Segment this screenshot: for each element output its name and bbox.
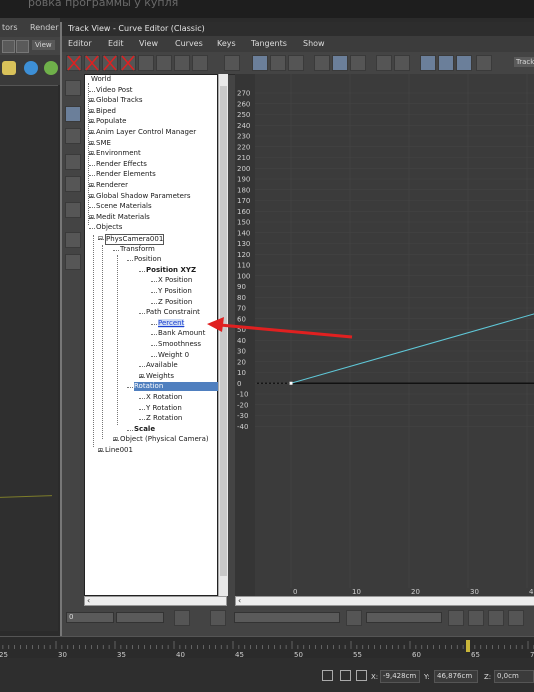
time-slider-marker[interactable]	[466, 640, 470, 652]
annotation-arrow	[219, 323, 353, 339]
z-coord-label: Z:	[484, 673, 492, 681]
timeline-ruler[interactable]: 25303540455055606570	[0, 636, 534, 659]
selection-lock-icon[interactable]	[322, 670, 333, 681]
status-bar: X: -9,428cm Y: 46,876cm Z: 0,0cm	[0, 658, 534, 692]
coords-mode-icon[interactable]	[356, 670, 367, 681]
timeline-ruler-svg: 25303540455055606570	[0, 640, 534, 659]
y-coord-field[interactable]: 46,876cm	[434, 670, 478, 683]
annotation-arrow-head	[207, 317, 224, 332]
isolate-icon[interactable]	[340, 670, 351, 681]
y-coord-label: Y:	[424, 673, 430, 681]
x-coord-field[interactable]: -9,428cm	[380, 670, 420, 683]
z-coord-field[interactable]: 0,0cm	[494, 670, 534, 683]
annotation-arrow-layer	[207, 317, 353, 339]
x-coord-label: X:	[371, 673, 379, 681]
